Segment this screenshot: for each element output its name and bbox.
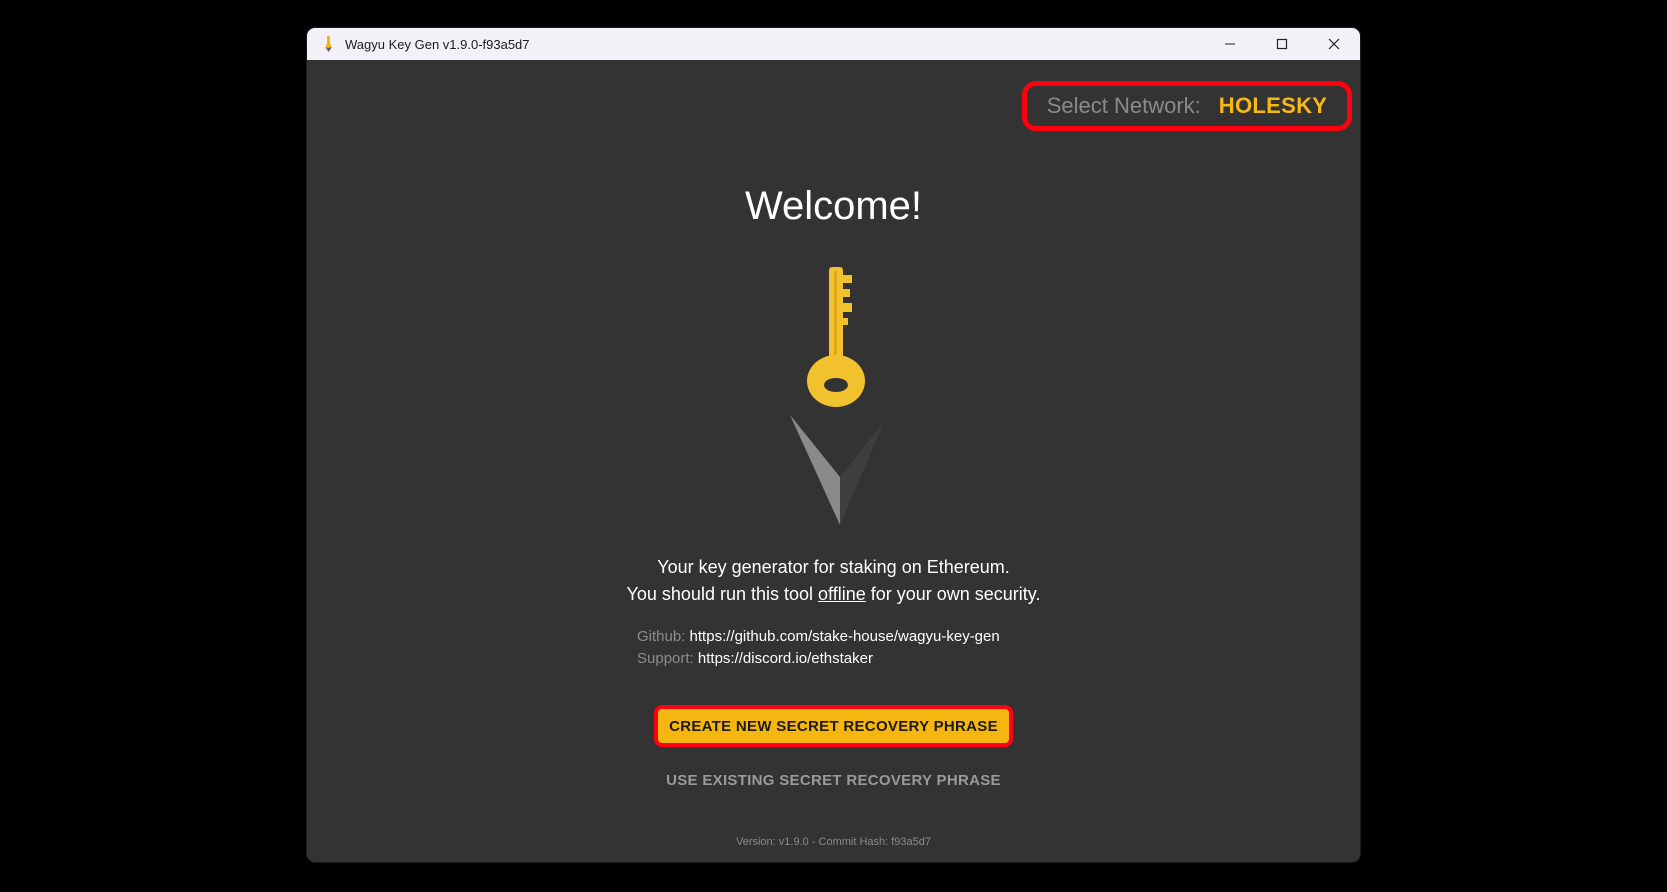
github-row: Github: https://github.com/stake-house/w… <box>637 626 1000 648</box>
close-button[interactable] <box>1308 28 1360 60</box>
support-row: Support: https://discord.io/ethstaker <box>637 648 1000 670</box>
window-controls <box>1204 28 1360 60</box>
minimize-icon <box>1225 43 1235 45</box>
page-title: Welcome! <box>744 184 923 228</box>
main-content: Select Network: HOLESKY Welcome! Your ke… <box>307 60 1360 862</box>
title-bar: Wagyu Key Gen v1.9.0-f93a5d7 <box>307 28 1360 60</box>
tagline-text-end: for your own security. <box>865 584 1041 604</box>
close-icon <box>1328 38 1340 50</box>
tagline-text: You should run this tool <box>626 584 819 604</box>
tagline-line-1: Your key generator for staking on Ethere… <box>657 557 1010 577</box>
create-new-phrase-button[interactable]: CREATE NEW SECRET RECOVERY PHRASE <box>654 705 1013 747</box>
version-info: Version: v1.9.0 - Commit Hash: f93a5d7 <box>735 836 932 848</box>
app-window: Wagyu Key Gen v1.9.0-f93a5d7 Select Netw… <box>307 28 1360 862</box>
maximize-button[interactable] <box>1256 28 1308 60</box>
links-section: Github: https://github.com/stake-house/w… <box>637 626 1000 670</box>
tagline-line-2: You should run this tool offline for you… <box>307 581 1360 608</box>
network-label: Select Network: <box>1046 93 1201 118</box>
use-existing-phrase-button[interactable]: USE EXISTING SECRET RECOVERY PHRASE <box>307 772 1360 789</box>
github-label: Github: <box>637 628 686 645</box>
maximize-icon <box>1276 38 1288 50</box>
app-logo-icon <box>321 35 335 53</box>
window-title: Wagyu Key Gen v1.9.0-f93a5d7 <box>345 36 530 52</box>
github-link[interactable]: https://github.com/stake-house/wagyu-key… <box>690 628 1000 645</box>
offline-emphasis: offline <box>818 584 866 604</box>
support-link[interactable]: https://discord.io/ethstaker <box>698 650 873 667</box>
network-selector[interactable]: Select Network: HOLESKY <box>1022 81 1352 131</box>
tagline: Your key generator for staking on Ethere… <box>307 554 1360 608</box>
minimize-button[interactable] <box>1204 28 1256 60</box>
key-logo-icon <box>782 265 892 525</box>
support-label: Support: <box>637 650 694 667</box>
network-value[interactable]: HOLESKY <box>1219 93 1327 119</box>
